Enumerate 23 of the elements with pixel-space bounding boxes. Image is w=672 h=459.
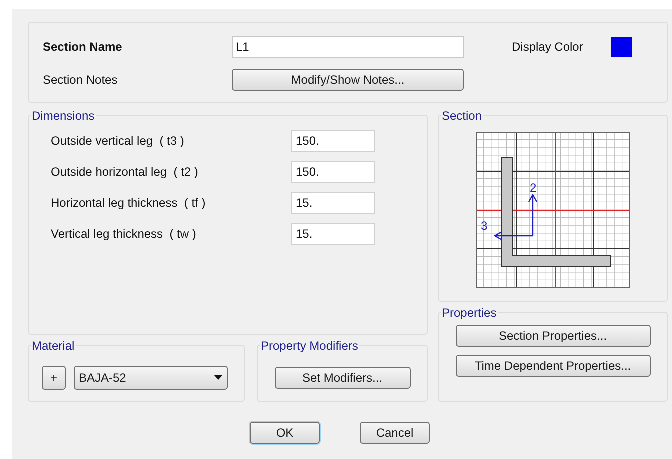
section-drawing: 2 3 — [476, 132, 630, 288]
field-label: Section Notes — [43, 72, 119, 89]
section-name-field[interactable]: L1 — [232, 36, 464, 58]
dimension-field[interactable]: 15. — [291, 223, 375, 245]
dialog-button[interactable]: OK — [250, 422, 320, 444]
notes-button[interactable]: Modify/Show Notes... — [232, 69, 464, 91]
properties-button[interactable]: Section Properties... — [456, 325, 650, 347]
dimension-field[interactable]: 15. — [291, 192, 375, 214]
dimension-field[interactable]: 150. — [291, 161, 375, 183]
material-dropdown[interactable]: BAJA-52 — [74, 366, 228, 390]
dropdown-arrow-icon — [214, 375, 223, 380]
dialog-button[interactable]: Cancel — [360, 422, 430, 444]
properties-button[interactable]: Time Dependent Properties... — [456, 355, 650, 377]
add-button[interactable]: + — [42, 366, 66, 390]
field-label: Display Color — [512, 39, 584, 56]
dimension-label: Outside horizontal leg ( t2 ) — [51, 164, 198, 181]
dimension-field[interactable]: 150. — [291, 130, 375, 152]
field-label: Section Name — [43, 39, 124, 56]
dimension-label: Vertical leg thickness ( tw ) — [51, 226, 196, 243]
set-modifiers-button[interactable]: Set Modifiers... — [274, 366, 410, 388]
dimension-label: Outside vertical leg ( t3 ) — [51, 133, 184, 150]
color-swatch[interactable] — [611, 37, 632, 57]
dimension-label: Horizontal leg thickness ( tf ) — [51, 195, 206, 212]
